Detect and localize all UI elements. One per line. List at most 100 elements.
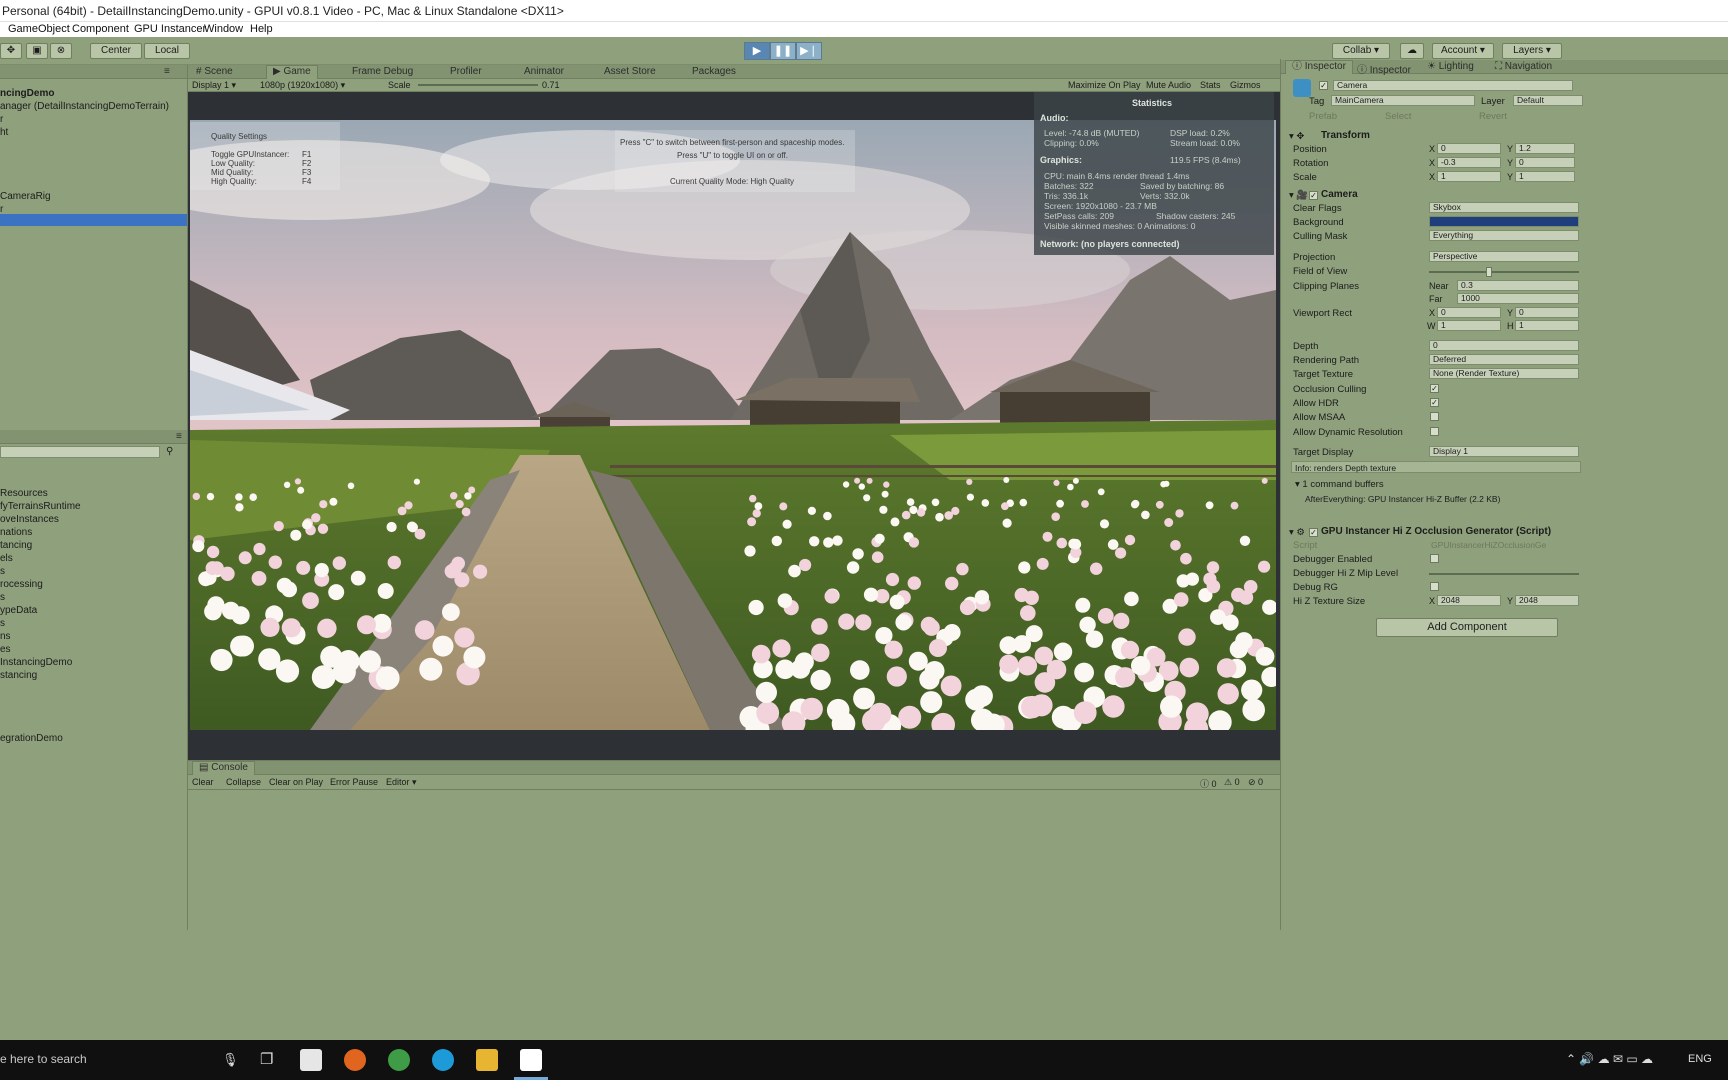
panel-menu-icon[interactable]: ≡ (176, 431, 182, 442)
play-button[interactable]: ▶ (744, 42, 770, 60)
project-item[interactable]: oveInstances (0, 514, 59, 525)
filter-icon[interactable]: ⚲ (166, 446, 173, 457)
console-info-count[interactable]: ⓘ 0 (1200, 777, 1217, 790)
viewport-h-field[interactable]: 1 (1515, 320, 1579, 331)
transform-foldout-icon[interactable]: ▾ ✥ (1289, 131, 1304, 142)
console-collapse-button[interactable]: Collapse (226, 777, 261, 787)
scale-x-field[interactable]: 1 (1437, 171, 1501, 182)
system-tray-icons[interactable]: ⌃ 🔊 ☁ ✉ ▭ ☁ (1566, 1052, 1653, 1066)
task-view-icon[interactable]: ❐ (260, 1050, 273, 1068)
tab-console[interactable]: ▤ Console (192, 761, 255, 775)
viewport-w-field[interactable]: 1 (1437, 320, 1501, 331)
menu-gpu-instancer[interactable]: GPU Instancer (134, 23, 206, 35)
tab-profiler[interactable]: Profiler (450, 66, 482, 77)
stats-toggle[interactable]: Stats (1200, 80, 1221, 90)
tag-dropdown[interactable]: MainCamera (1331, 95, 1475, 106)
camera-enabled-checkbox[interactable]: ✓ (1309, 191, 1318, 200)
allow-dynamic-resolution-checkbox[interactable] (1430, 427, 1439, 436)
prefab-select-button[interactable]: Select (1385, 111, 1411, 122)
project-item[interactable]: stancing (0, 670, 37, 681)
mute-audio-toggle[interactable]: Mute Audio (1146, 80, 1191, 90)
target-texture-field[interactable]: None (Render Texture) (1429, 368, 1579, 379)
prefab-revert-button[interactable]: Revert (1479, 111, 1507, 122)
game-viewport[interactable]: Quality Settings Toggle GPUInstancer: F1… (188, 92, 1280, 760)
tab-animator[interactable]: Animator (524, 66, 564, 77)
tab-packages[interactable]: Packages (692, 66, 736, 77)
object-active-checkbox[interactable]: ✓ (1319, 81, 1328, 90)
position-y-field[interactable]: 1.2 (1515, 143, 1575, 154)
rotation-x-field[interactable]: -0.3 (1437, 157, 1501, 168)
layer-dropdown[interactable]: Default (1513, 95, 1583, 106)
mail-icon[interactable] (300, 1049, 322, 1071)
menu-help[interactable]: Help (250, 23, 273, 35)
viewport-x-field[interactable]: 0 (1437, 307, 1501, 318)
far-field[interactable]: 1000 (1457, 293, 1579, 304)
project-item[interactable]: InstancingDemo (0, 657, 72, 668)
hierarchy-item[interactable]: r (0, 204, 3, 215)
position-x-field[interactable]: 0 (1437, 143, 1501, 154)
project-item[interactable]: egrationDemo (0, 733, 63, 744)
pivot-local-button[interactable]: Local (144, 43, 190, 59)
background-color-swatch[interactable] (1429, 216, 1579, 227)
rotation-y-field[interactable]: 0 (1515, 157, 1575, 168)
hierarchy-scene-root[interactable]: ncingDemo (0, 88, 54, 99)
tab-lighting[interactable]: ☀ Lighting (1427, 61, 1474, 72)
tab-navigation[interactable]: ⛶ Navigation (1495, 61, 1552, 72)
field-of-view-slider-thumb[interactable] (1486, 267, 1492, 277)
project-item[interactable]: s (0, 618, 5, 629)
field-of-view-slider[interactable] (1429, 271, 1579, 273)
microphone-icon[interactable]: 🎙 (222, 1052, 239, 1068)
hierarchy-item[interactable]: r (0, 114, 3, 125)
display-dropdown[interactable]: Display 1 ▾ (192, 80, 236, 91)
firefox-icon[interactable] (344, 1049, 366, 1071)
pivot-center-button[interactable]: Center (90, 43, 142, 59)
allow-msaa-checkbox[interactable] (1430, 412, 1439, 421)
project-item[interactable]: tancing (0, 540, 32, 551)
hierarchy-item[interactable]: ht (0, 127, 8, 138)
file-explorer-icon[interactable] (476, 1049, 498, 1071)
move-tool-icon[interactable]: ✥ (0, 43, 22, 59)
target-display-dropdown[interactable]: Display 1 (1429, 446, 1579, 457)
hiz-enabled-checkbox[interactable]: ✓ (1309, 528, 1318, 537)
tab-inspector-2[interactable]: ⓘ Inspector (1357, 61, 1411, 76)
project-search-input[interactable] (0, 446, 160, 458)
project-item[interactable]: es (0, 644, 11, 655)
viewport-y-field[interactable]: 0 (1515, 307, 1579, 318)
account-button[interactable]: Account ▾ (1432, 43, 1494, 59)
project-item[interactable]: Resources (0, 488, 48, 499)
object-name-field[interactable]: Camera (1333, 80, 1573, 91)
pause-button[interactable]: ❚❚ (770, 42, 796, 60)
occlusion-culling-checkbox[interactable]: ✓ (1430, 384, 1439, 393)
chrome-icon[interactable] (388, 1049, 410, 1071)
scale-y-field[interactable]: 1 (1515, 171, 1575, 182)
tab-asset-store[interactable]: Asset Store (604, 66, 656, 77)
near-field[interactable]: 0.3 (1457, 280, 1579, 291)
project-item[interactable]: fyTerrainsRuntime (0, 501, 81, 512)
allow-hdr-checkbox[interactable]: ✓ (1430, 398, 1439, 407)
clear-flags-dropdown[interactable]: Skybox (1429, 202, 1579, 213)
tab-scene[interactable]: # Scene (196, 66, 233, 77)
language-indicator[interactable]: ENG (1688, 1053, 1712, 1065)
tab-frame-debug[interactable]: Frame Debug (352, 66, 413, 77)
project-item[interactable]: ypeData (0, 605, 37, 616)
cloud-icon[interactable]: ☁ (1400, 43, 1424, 59)
project-item[interactable]: ns (0, 631, 11, 642)
console-clear-button[interactable]: Clear (192, 777, 214, 787)
maximize-on-play-toggle[interactable]: Maximize On Play (1068, 80, 1141, 90)
project-item[interactable]: els (0, 553, 13, 564)
hiz-script-field[interactable]: GPUInstancerHiZOcclusionGe (1431, 540, 1546, 550)
tab-game[interactable]: ▶ Game (266, 65, 318, 79)
hierarchy-item[interactable]: CameraRig (0, 191, 51, 202)
depth-field[interactable]: 0 (1429, 340, 1579, 351)
console-warning-count[interactable]: ⚠ 0 (1224, 777, 1240, 788)
debug-rg-checkbox[interactable] (1430, 582, 1439, 591)
resolution-dropdown[interactable]: 1080p (1920x1080) ▾ (260, 80, 345, 91)
camera-foldout-icon[interactable]: ▾ 🎥 (1289, 190, 1308, 201)
console-editor-dropdown[interactable]: Editor ▾ (386, 777, 417, 788)
project-item[interactable]: s (0, 566, 5, 577)
transform-tool-icon[interactable]: ⊗ (50, 43, 72, 59)
menu-gameobject[interactable]: GameObject (8, 23, 70, 35)
step-button[interactable]: ▶❘ (796, 42, 822, 60)
rendering-path-dropdown[interactable]: Deferred (1429, 354, 1579, 365)
rect-tool-icon[interactable]: ▣ (26, 43, 48, 59)
